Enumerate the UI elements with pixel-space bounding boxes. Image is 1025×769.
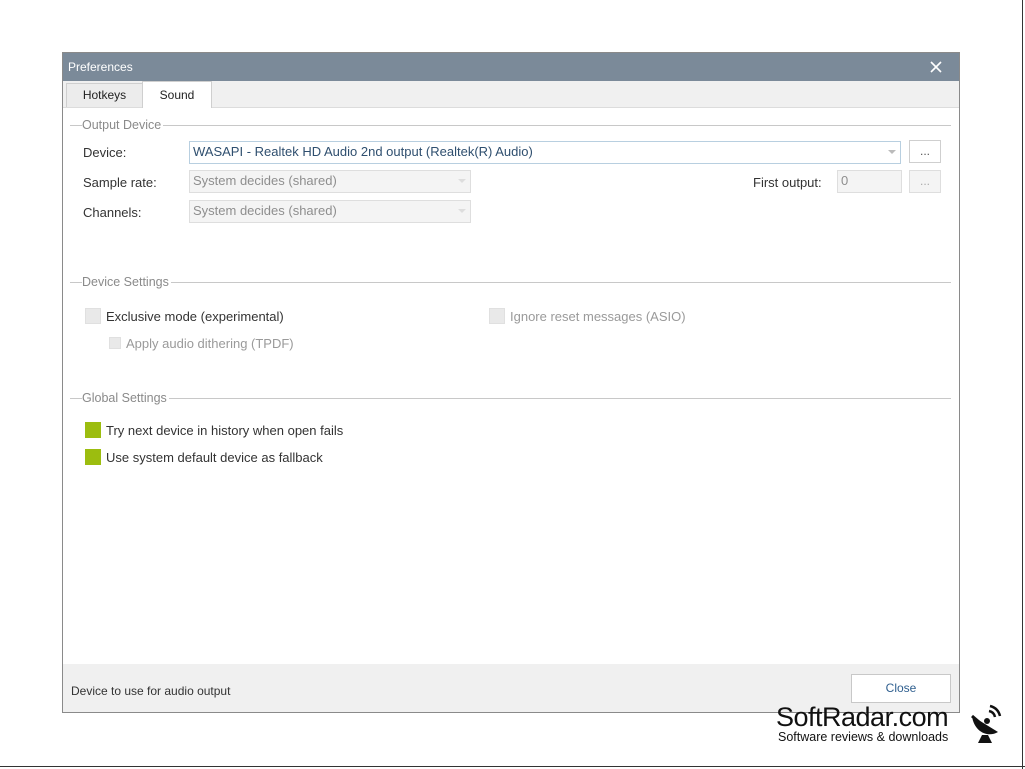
window-title: Preferences [68,60,133,74]
exclusive-mode-checkbox[interactable] [85,308,101,324]
first-output-browse-button[interactable]: ... [909,170,941,193]
try-next-label: Try next device in history when open fai… [106,423,344,438]
first-output-input[interactable]: 0 [837,170,902,193]
screen-border-bottom [0,766,1025,767]
first-output-label: First output: [753,175,822,190]
sample-rate-label: Sample rate: [83,175,157,190]
title-bar: Preferences [63,53,959,81]
tab-strip: Hotkeys Sound [63,81,959,108]
chevron-down-icon [458,179,466,183]
close-button[interactable]: Close [851,674,951,703]
watermark-tagline: Software reviews & downloads [778,730,949,744]
dithering-label: Apply audio dithering (TPDF) [126,336,294,351]
sample-rate-value: System decides (shared) [193,173,337,188]
channels-select[interactable]: System decides (shared) [189,200,471,223]
global-settings-header: Global Settings [70,391,951,405]
device-browse-button[interactable]: ... [909,140,941,163]
watermark-brand: SoftRadar.com [776,702,949,732]
chevron-down-icon [888,150,896,154]
softradar-watermark: SoftRadar.com Software reviews & downloa… [776,702,1006,748]
device-settings-header: Device Settings [70,275,951,289]
dithering-checkbox[interactable] [109,337,121,349]
try-next-checkbox[interactable] [85,422,101,438]
close-icon [930,61,942,73]
satellite-dish-icon [971,704,1002,743]
use-default-label: Use system default device as fallback [106,450,323,465]
ignore-reset-checkbox[interactable] [489,308,505,324]
preferences-dialog: Preferences Hotkeys Sound Output Device … [62,52,960,713]
device-label: Device: [83,145,127,160]
channels-label: Channels: [83,205,142,220]
chevron-down-icon [458,209,466,213]
channels-value: System decides (shared) [193,203,337,218]
close-window-button[interactable] [913,53,959,81]
exclusive-mode-label: Exclusive mode (experimental) [106,309,284,324]
status-text: Device to use for audio output [71,684,231,698]
device-select[interactable]: WASAPI - Realtek HD Audio 2nd output (Re… [189,141,901,164]
sample-rate-select[interactable]: System decides (shared) [189,170,471,193]
device-select-value: WASAPI - Realtek HD Audio 2nd output (Re… [193,144,533,159]
ignore-reset-label: Ignore reset messages (ASIO) [510,309,686,324]
tab-sound[interactable]: Sound [142,81,212,108]
tab-hotkeys[interactable]: Hotkeys [66,83,143,107]
output-device-header: Output Device [70,118,951,132]
screen-border-right [1022,0,1023,769]
use-default-checkbox[interactable] [85,449,101,465]
